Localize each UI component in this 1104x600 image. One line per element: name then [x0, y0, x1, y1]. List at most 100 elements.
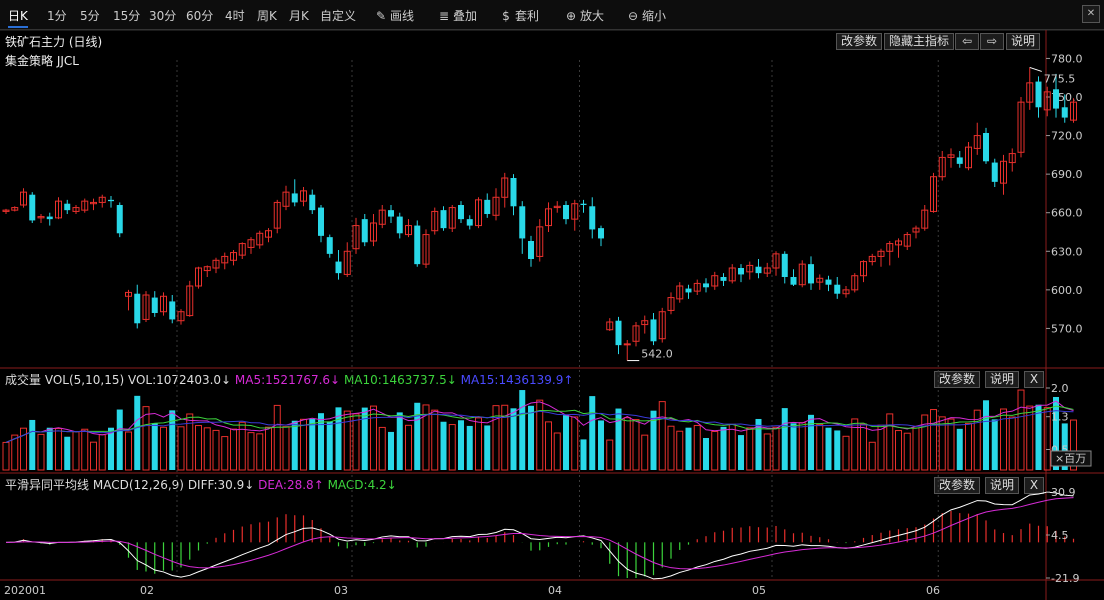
- volume-bar: [64, 436, 71, 470]
- candle-body: [116, 205, 123, 234]
- volume-bar: [991, 419, 998, 470]
- volume-unit-label: ×百万: [1055, 452, 1086, 465]
- volume-bar: [81, 428, 89, 471]
- macd-tick-label: 30.9: [1051, 486, 1076, 499]
- candle-body: [563, 205, 569, 220]
- volume-bar: [808, 414, 814, 470]
- candle-body: [991, 162, 998, 182]
- volume-bar: [798, 422, 806, 471]
- volume-bar: [1017, 389, 1025, 471]
- candle-body: [484, 199, 491, 214]
- price-tick-label: 600.0: [1051, 284, 1083, 297]
- volume-bar: [361, 407, 368, 470]
- candle-body: [615, 320, 622, 346]
- volume-bar: [431, 409, 439, 471]
- candle-body: [335, 261, 342, 274]
- volume-bar: [55, 428, 62, 471]
- volume-bar: [72, 431, 80, 471]
- candle-body: [738, 268, 744, 275]
- x-axis-label: 05: [752, 584, 766, 597]
- candle-body: [528, 241, 534, 259]
- x-axis-label: 03: [334, 584, 348, 597]
- volume-bar: [177, 426, 185, 471]
- volume-bar: [632, 419, 640, 471]
- candle-body: [291, 193, 298, 203]
- volume-bar: [256, 433, 264, 471]
- volume-bar: [763, 433, 771, 471]
- volume-bar: [790, 423, 797, 470]
- high-price-label: 775.5: [1044, 72, 1076, 85]
- candle-body: [318, 207, 324, 236]
- volume-bar: [492, 405, 500, 471]
- volume-bar: [98, 434, 106, 471]
- volume-bar: [641, 434, 649, 471]
- x-axis-label: 06: [926, 584, 940, 597]
- volume-bar: [116, 409, 123, 470]
- volume-bar: [37, 433, 45, 471]
- macd-tick-label: 4.5: [1051, 529, 1069, 542]
- volume-bar: [965, 422, 972, 471]
- candle-body: [825, 279, 832, 285]
- volume-bar: [46, 427, 53, 470]
- candle-body: [29, 194, 36, 221]
- volume-bar: [282, 426, 290, 471]
- candle-body: [396, 216, 403, 234]
- volume-bar: [466, 425, 473, 470]
- volume-bar: [930, 409, 937, 471]
- volume-bar: [378, 426, 386, 471]
- volume-bar: [868, 441, 876, 471]
- volume-bar: [886, 413, 894, 471]
- volume-bar: [825, 427, 832, 470]
- volume-bar: [860, 423, 867, 471]
- candle-body: [134, 293, 141, 324]
- candle-body: [589, 206, 596, 230]
- volume-bar: [598, 420, 604, 470]
- price-tick-label: 630.0: [1051, 245, 1083, 258]
- volume-bar: [151, 423, 158, 470]
- volume-bar: [221, 436, 229, 471]
- candle-body: [108, 199, 114, 202]
- price-tick-label: 780.0: [1051, 52, 1083, 65]
- volume-bar: [720, 426, 727, 470]
- high-marker-line: [1029, 66, 1042, 72]
- volume-bar: [291, 420, 298, 470]
- volume-bar: [212, 429, 220, 471]
- volume-bar: [326, 421, 333, 470]
- volume-bar: [448, 424, 456, 471]
- volume-bar: [1000, 408, 1007, 471]
- candle-body: [755, 266, 762, 274]
- volume-bar: [956, 428, 963, 470]
- volume-bar: [667, 425, 675, 471]
- x-axis-label: 04: [548, 584, 562, 597]
- volume-bar: [746, 427, 754, 471]
- volume-bar: [11, 434, 19, 471]
- volume-bar: [519, 390, 526, 470]
- volume-bar: [711, 431, 719, 471]
- candle-body: [151, 297, 158, 313]
- x-axis-label: 02: [140, 584, 154, 597]
- volume-bar: [623, 417, 631, 471]
- candle-body: [1061, 107, 1068, 118]
- volume-bar: [738, 435, 744, 470]
- candle-body: [808, 264, 814, 284]
- volume-bar: [300, 418, 307, 471]
- volume-bar: [685, 427, 692, 470]
- volume-bar: [134, 395, 141, 470]
- volume-bar: [388, 431, 394, 470]
- volume-bar: [571, 416, 579, 471]
- kline-chart[interactable]: 780.0750.0720.0690.0660.0630.0600.0570.0…: [0, 0, 1104, 600]
- volume-bar: [615, 408, 622, 470]
- volume-bar: [528, 405, 534, 470]
- volume-bar: [563, 415, 569, 470]
- volume-bar: [772, 426, 780, 471]
- low-price-label: 542.0: [641, 348, 673, 361]
- volume-bar: [903, 432, 911, 471]
- volume-bar: [842, 435, 850, 471]
- volume-bar: [309, 419, 316, 470]
- candle-body: [580, 203, 587, 205]
- candle-body: [650, 319, 657, 342]
- volume-bar: [1008, 416, 1016, 471]
- volume-bar: [230, 428, 237, 471]
- candle-body: [326, 237, 333, 254]
- volume-bar: [414, 402, 421, 470]
